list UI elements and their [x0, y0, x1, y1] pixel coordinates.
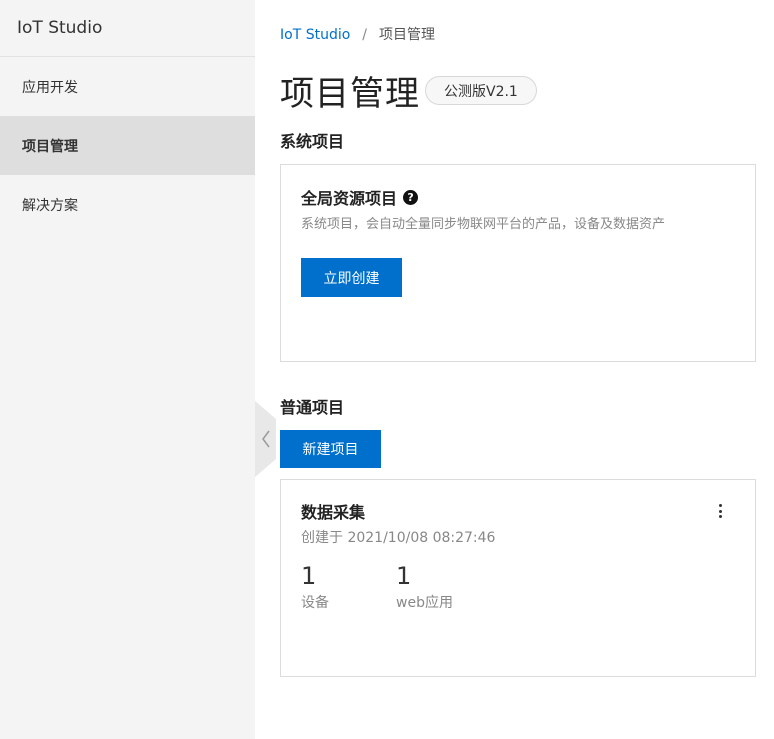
device-count: 1	[301, 562, 317, 590]
web-app-label: web应用	[396, 595, 453, 611]
normal-projects-heading: 普通项目	[280, 398, 345, 417]
app-title[interactable]: IoT Studio	[17, 18, 102, 38]
sidebar-header: IoT Studio	[0, 0, 255, 57]
question-circle-icon[interactable]: ?	[403, 189, 419, 205]
breadcrumb-root-link[interactable]: IoT Studio	[280, 27, 350, 43]
project-name[interactable]: 数据采集	[301, 499, 365, 523]
project-created-time: 创建于 2021/10/08 08:27:46	[301, 530, 496, 546]
sidebar-item-project-management[interactable]: 项目管理	[0, 116, 255, 175]
sidebar-item-solutions[interactable]: 解决方案	[0, 175, 255, 234]
device-count-stat: 1 设备	[301, 562, 329, 612]
more-vertical-icon[interactable]	[715, 502, 725, 520]
sidebar-collapse-handle[interactable]	[255, 401, 276, 477]
sidebar-item-app-development[interactable]: 应用开发	[0, 57, 255, 116]
project-title-row: 数据采集	[301, 499, 365, 523]
breadcrumb-separator: /	[362, 27, 368, 43]
device-label: 设备	[301, 595, 329, 611]
card-description: 系统项目，会自动全量同步物联网平台的产品，设备及数据资产	[301, 217, 666, 232]
page-title-row: 项目管理 公测版V2.1	[280, 66, 537, 115]
create-now-button[interactable]: 立即创建	[301, 258, 402, 297]
chevron-left-icon	[255, 401, 276, 477]
card-title: 全局资源项目	[301, 189, 398, 208]
global-resource-project-card: 全局资源项目 ? 系统项目，会自动全量同步物联网平台的产品，设备及数据资产 立即…	[280, 164, 756, 362]
version-badge: 公测版V2.1	[425, 76, 537, 105]
project-card[interactable]: 数据采集 创建于 2021/10/08 08:27:46 1 设备 1 web应…	[280, 479, 756, 677]
new-project-button[interactable]: 新建项目	[280, 430, 381, 468]
system-projects-heading: 系统项目	[280, 132, 345, 151]
web-app-count-stat: 1 web应用	[396, 562, 453, 612]
breadcrumb-current: 项目管理	[379, 27, 436, 43]
sidebar: IoT Studio 应用开发 项目管理 解决方案	[0, 0, 255, 739]
web-app-count: 1	[396, 562, 412, 590]
card-title-row: 全局资源项目 ?	[301, 185, 419, 209]
breadcrumb: IoT Studio / 项目管理	[280, 24, 435, 44]
page-title: 项目管理	[280, 74, 420, 114]
